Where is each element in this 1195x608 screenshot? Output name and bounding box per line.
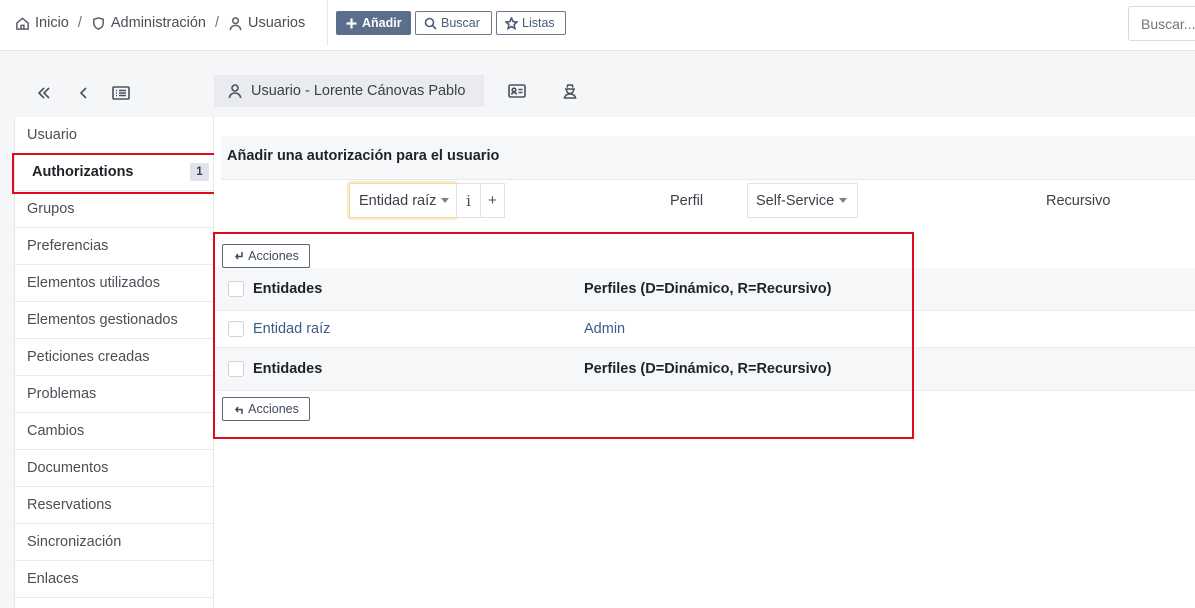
sidebar-item-label: Elementos utilizados [27,275,160,291]
sidebar-item-label: Authorizations [32,164,134,180]
select-all-checkbox[interactable] [228,281,244,297]
impersonate-icon[interactable] [560,81,580,101]
breadcrumb: Inicio / Administración / Usuarios [15,0,305,46]
breadcrumb-separator: / [77,15,82,31]
user-icon [228,84,242,99]
add-authorization-header: Añadir una autorización para el usuario [221,136,1195,180]
profile-label: Perfil [670,193,704,209]
collapse-all-icon[interactable] [34,83,54,103]
column-footer-profiles: Perfiles (D=Dinámico, R=Recursivo) [584,361,832,377]
sidebar-item-label: Grupos [27,201,75,217]
arrow-turn-up-left-icon [235,406,243,414]
star-icon [505,16,518,30]
sidebar-item-label: Enlaces [27,571,79,587]
info-button[interactable]: i [456,183,481,218]
user-icon [229,16,242,30]
entity-link[interactable]: Entidad raíz [253,321,330,337]
add-entity-button[interactable]: + [480,183,505,218]
recursive-label: Recursivo [1046,193,1111,209]
sidebar-item-label: Reservations [27,497,112,513]
profile-link[interactable]: Admin [584,321,625,337]
profile-select[interactable]: Self-Service [747,183,858,218]
sidebar-item-reservations[interactable]: Reservations [15,487,213,524]
actions-button-label: Acciones [248,402,299,416]
column-header-entities: Entidades [253,281,323,297]
sidebar-item-label: Peticiones creadas [27,349,150,365]
tab-title: Usuario - Lorente Cánovas Pablo [251,83,466,99]
chevron-left-icon[interactable] [74,83,94,103]
profile-select-value: Self-Service [756,192,835,209]
sidebar-item-grupos[interactable]: Grupos [15,191,213,228]
sidebar-item-authorizations[interactable]: Authorizations 1 [15,154,213,191]
column-footer-entities: Entidades [253,361,323,377]
lists-button-label: Listas [522,16,555,30]
sidebar-item-peticiones-creadas[interactable]: Peticiones creadas [15,339,213,376]
sidebar-item-label: Problemas [27,386,97,402]
row-checkbox[interactable] [228,321,244,337]
table-footer-row: Entidades Perfiles (D=Dinámico, R=Recurs… [214,348,1195,391]
breadcrumb-administration[interactable]: Administración [91,15,206,31]
list-view-icon[interactable] [111,83,131,103]
search-icon [424,17,437,30]
breadcrumb-home-label: Inicio [35,15,69,31]
count-badge: 1 [190,163,209,181]
shield-icon [92,16,104,30]
arrow-turn-down-left-icon [235,251,243,259]
info-icon: i [466,191,471,210]
plus-icon [346,18,357,28]
home-icon [16,16,29,30]
sidebar-item-label: Cambios [27,423,85,439]
top-bar: Inicio / Administración / Usuarios Añadi… [0,0,1195,51]
sidebar-item-elementos-utilizados[interactable]: Elementos utilizados [15,265,213,302]
table-row: Entidad raíz Admin [214,311,1195,348]
breadcrumb-users-label: Usuarios [248,15,306,31]
sidebar-item-label: Sincronización [27,534,122,550]
sidebar-item-label: Usuario [27,127,77,143]
sidebar-item-usuario[interactable]: Usuario [15,117,213,154]
sidebar-item-enlaces[interactable]: Enlaces [15,561,213,598]
global-search-input[interactable] [1128,6,1195,41]
sidebar-item-preferencias[interactable]: Preferencias [15,228,213,265]
divider [327,0,328,46]
sidebar-item-label: Documentos [27,460,109,476]
sidebar-item-documentos[interactable]: Documentos [15,450,213,487]
breadcrumb-home[interactable]: Inicio [15,15,69,31]
caret-down-icon [839,198,848,203]
sidebar-item-label: Preferencias [27,238,109,254]
plus-icon: + [488,192,497,209]
sidebar-item-label: Elementos gestionados [27,312,178,328]
select-all-checkbox-footer[interactable] [228,361,244,377]
search-button-label: Buscar [441,16,480,30]
lists-button[interactable]: Listas [496,11,566,35]
caret-down-icon [441,198,450,203]
sidebar-item-problemas[interactable]: Problemas [15,376,213,413]
actions-button-top[interactable]: Acciones [222,244,310,268]
add-button-label: Añadir [362,16,402,30]
actions-button-bottom[interactable]: Acciones [222,397,310,421]
breadcrumb-users[interactable]: Usuarios [228,15,305,31]
add-button[interactable]: Añadir [336,11,411,35]
sidebar: Usuario Authorizations 1 Grupos Preferen… [14,117,214,608]
actions-button-label: Acciones [248,249,299,263]
id-card-icon[interactable] [507,81,527,101]
entity-select-value: Entidad raíz [359,192,437,209]
form-title: Añadir una autorización para el usuario [227,148,500,164]
tab-user-main[interactable]: Usuario - Lorente Cánovas Pablo [214,75,484,107]
sidebar-item-sincronizacion[interactable]: Sincronización [15,524,213,561]
search-button[interactable]: Buscar [415,11,492,35]
column-header-profiles: Perfiles (D=Dinámico, R=Recursivo) [584,281,832,297]
breadcrumb-separator: / [214,15,220,31]
breadcrumb-administration-label: Administración [110,15,206,31]
entity-select[interactable]: Entidad raíz [349,183,457,218]
sidebar-item-elementos-gestionados[interactable]: Elementos gestionados [15,302,213,339]
main-panel: Añadir una autorización para el usuario … [214,117,1195,608]
sidebar-item-cambios[interactable]: Cambios [15,413,213,450]
table-header-row: Entidades Perfiles (D=Dinámico, R=Recurs… [214,268,1195,311]
